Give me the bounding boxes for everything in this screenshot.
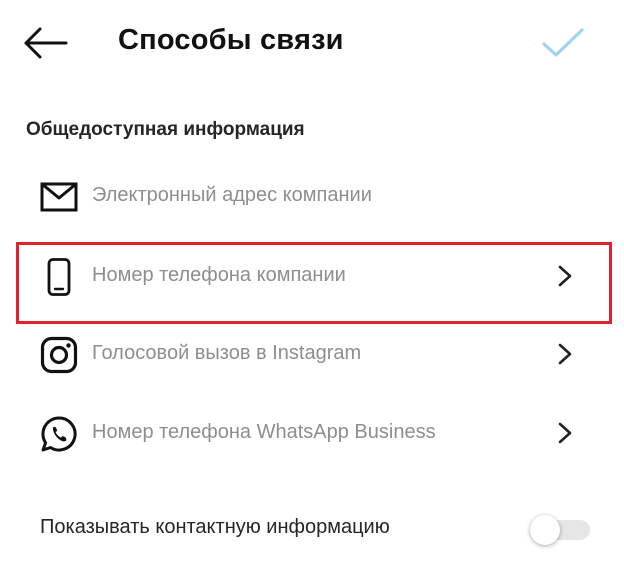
contact-option-label: Голосовой вызов в Instagram [92,342,362,364]
contact-option-email[interactable]: Электронный адрес компании [0,164,624,228]
chevron-right-icon [558,265,572,287]
whatsapp-icon [41,416,77,452]
section-title: Общедоступная информация [26,119,305,140]
show-contact-info-label: Показывать контактную информацию [40,516,390,538]
contact-option-label: Номер телефона WhatsApp Business [92,421,436,443]
instagram-icon [40,336,78,374]
chevron-right-icon [558,343,572,365]
checkmark-icon [542,28,584,57]
done-button[interactable] [540,26,586,60]
back-button[interactable] [22,26,68,60]
phone-icon [47,258,71,296]
page-title: Способы связи [118,24,344,56]
contact-option-instagram-call[interactable]: Голосовой вызов в Instagram [0,322,624,386]
show-contact-info-row: Показывать контактную информацию [0,496,624,556]
toggle-knob [530,515,560,545]
contact-option-label: Электронный адрес компании [92,184,372,206]
arrow-left-icon [24,27,68,59]
contact-option-whatsapp[interactable]: Номер телефона WhatsApp Business [0,401,624,465]
show-contact-info-toggle[interactable] [530,515,590,545]
contact-option-label: Номер телефона компании [92,264,346,286]
contact-option-phone[interactable]: Номер телефона компании [0,244,624,308]
header-bar: Способы связи [0,0,624,90]
mail-icon [40,182,78,212]
chevron-right-icon [558,422,572,444]
